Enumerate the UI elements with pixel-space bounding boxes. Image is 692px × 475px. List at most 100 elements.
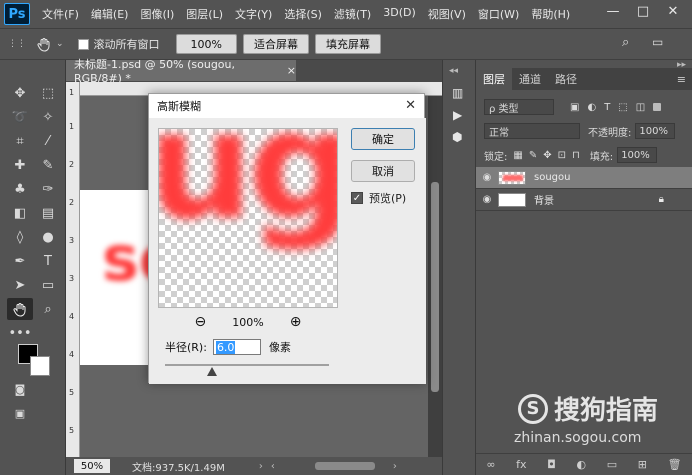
zoom-100-button[interactable]: 100% — [175, 34, 237, 54]
zoom-field[interactable]: 50% — [74, 459, 110, 473]
status-arrow-icon[interactable]: › — [259, 461, 263, 472]
document-tab[interactable]: 未标题-1.psd @ 50% (sougou, RGB/8#) * × — [66, 58, 296, 85]
gradient-tool-icon[interactable]: ▤ — [35, 202, 61, 224]
vertical-scrollbar[interactable] — [428, 96, 442, 457]
eyedropper-tool-icon[interactable]: ⁄ — [35, 130, 61, 152]
workspace-icon[interactable]: ▭ — [652, 35, 663, 49]
restore-button[interactable]: □ — [628, 0, 658, 22]
filter-preview[interactable]: ug — [158, 128, 338, 308]
menu-layer[interactable]: 图层(L) — [180, 6, 229, 22]
lock-all-icon[interactable]: ⊓ — [572, 150, 580, 161]
scroll-all-windows-checkbox[interactable]: 滚动所有窗口 — [77, 36, 160, 52]
scroll-right-icon[interactable]: › — [393, 461, 397, 472]
filter-toggle-icon[interactable] — [653, 103, 662, 111]
folder-icon[interactable]: ▭ — [607, 458, 617, 471]
close-window-button[interactable]: ✕ — [658, 0, 688, 22]
lock-position-icon[interactable]: ✥ — [543, 150, 551, 161]
layer-filter-select[interactable]: ρ 类型 — [484, 99, 554, 115]
type-tool-icon[interactable]: T — [35, 250, 61, 272]
menu-help[interactable]: 帮助(H) — [525, 6, 576, 22]
horizontal-scrollbar-thumb[interactable] — [314, 462, 375, 470]
cancel-button[interactable]: 取消 — [351, 160, 415, 182]
ok-button[interactable]: 确定 — [351, 128, 415, 150]
zoom-tool-icon[interactable]: ⌕ — [35, 298, 61, 320]
panel-menu-icon[interactable]: ≡ — [677, 68, 686, 90]
fill-screen-button[interactable]: 填充屏幕 — [315, 34, 381, 54]
lock-transparent-icon[interactable]: ▦ — [513, 150, 522, 161]
fit-screen-button[interactable]: 适合屏幕 — [243, 34, 309, 54]
quick-mask-icon[interactable]: ◙ — [7, 378, 33, 400]
trash-icon[interactable]: 🗑︎ — [668, 458, 682, 471]
menu-image[interactable]: 图像(I) — [134, 6, 180, 22]
radius-slider-track[interactable] — [165, 364, 329, 366]
path-selection-tool-icon[interactable]: ➤ — [7, 274, 33, 296]
preview-checkbox[interactable]: ✓ 预览(P) — [351, 190, 406, 206]
history-brush-tool-icon[interactable]: ✑ — [35, 178, 61, 200]
3d-panel-icon[interactable]: ⬢ — [452, 130, 462, 144]
eraser-tool-icon[interactable]: ◧ — [7, 202, 33, 224]
crop-tool-icon[interactable]: ⌗ — [7, 130, 33, 152]
menu-3d[interactable]: 3D(D) — [377, 6, 422, 22]
filter-type-icon[interactable]: T — [604, 102, 610, 113]
filter-shape-icon[interactable]: ⬚ — [618, 102, 627, 113]
menu-window[interactable]: 窗口(W) — [472, 6, 525, 22]
adjustment-icon[interactable]: ◐ — [577, 458, 587, 471]
hand-tool-preset-icon[interactable] — [36, 36, 52, 52]
radius-slider-thumb[interactable] — [207, 367, 217, 376]
lock-pixels-icon[interactable]: ✎ — [529, 150, 537, 161]
zoom-out-icon[interactable]: ⊖ — [195, 314, 207, 330]
zoom-in-icon[interactable]: ⊕ — [290, 314, 302, 330]
fill-field[interactable]: 100% — [617, 147, 658, 163]
rectangle-tool-icon[interactable]: ▭ — [35, 274, 61, 296]
layer-row-sougou[interactable]: ◉ sougou — [476, 167, 692, 189]
actions-play-icon[interactable]: ▶ — [453, 108, 462, 122]
dodge-tool-icon[interactable]: ● — [35, 226, 61, 248]
mask-icon[interactable]: ◘ — [547, 458, 556, 471]
layer-row-background[interactable]: ◉ 背景 🔒︎ — [476, 189, 692, 211]
lasso-tool-icon[interactable]: ➰ — [7, 106, 33, 128]
dialog-close-icon[interactable]: ✕ — [405, 98, 416, 113]
menu-select[interactable]: 选择(S) — [278, 6, 328, 22]
search-icon[interactable]: ⌕ — [622, 35, 629, 50]
menu-edit[interactable]: 编辑(E) — [85, 6, 135, 22]
lock-artboard-icon[interactable]: ⊡ — [558, 150, 566, 161]
menu-filter[interactable]: 滤镜(T) — [328, 6, 377, 22]
healing-brush-tool-icon[interactable]: ✚ — [7, 154, 33, 176]
blur-tool-icon[interactable]: ◊ — [7, 226, 33, 248]
background-color-swatch[interactable] — [30, 356, 50, 376]
screen-mode-icon[interactable]: ▣ — [7, 402, 33, 424]
menu-type[interactable]: 文字(Y) — [229, 6, 278, 22]
link-icon[interactable]: ∞ — [486, 458, 495, 471]
tab-layers[interactable]: 图层 — [476, 68, 512, 90]
tab-paths[interactable]: 路径 — [548, 68, 584, 90]
scrollbar-thumb[interactable] — [431, 182, 439, 392]
document-tab-close-icon[interactable]: × — [287, 64, 296, 77]
menu-file[interactable]: 文件(F) — [36, 6, 85, 22]
hand-tool-icon[interactable] — [7, 298, 33, 320]
filter-smart-icon[interactable]: ◫ — [636, 102, 645, 113]
clone-stamp-tool-icon[interactable]: ♣ — [7, 178, 33, 200]
filter-pixel-icon[interactable]: ▣ — [570, 102, 579, 113]
magic-wand-tool-icon[interactable]: ✧ — [35, 106, 61, 128]
tab-channels[interactable]: 通道 — [512, 68, 548, 90]
opacity-field[interactable]: 100% — [635, 123, 676, 139]
collapse-arrows-icon[interactable]: ◂◂ — [449, 66, 458, 76]
blend-mode-select[interactable]: 正常 — [484, 123, 580, 139]
lock-icon[interactable]: 🔒︎ — [659, 194, 664, 205]
marquee-tool-icon[interactable]: ⬚ — [35, 82, 61, 104]
brush-tool-icon[interactable]: ✎ — [35, 154, 61, 176]
filter-adjustment-icon[interactable]: ◐ — [587, 102, 596, 113]
fx-icon[interactable]: fx — [516, 458, 526, 471]
radius-input[interactable]: 6.0 — [212, 339, 261, 355]
chevron-down-icon[interactable]: ⌄ — [56, 39, 64, 49]
pen-tool-icon[interactable]: ✒ — [7, 250, 33, 272]
scroll-left-icon[interactable]: ‹ — [271, 461, 275, 472]
minimize-button[interactable]: — — [598, 0, 628, 22]
visibility-eye-icon[interactable]: ◉ — [476, 194, 498, 205]
more-tools-icon[interactable]: ••• — [7, 322, 33, 344]
menu-view[interactable]: 视图(V) — [422, 6, 472, 22]
move-tool-icon[interactable]: ✥ — [7, 82, 33, 104]
visibility-eye-icon[interactable]: ◉ — [476, 172, 498, 183]
new-layer-icon[interactable]: ⊞ — [638, 458, 647, 471]
history-panel-icon[interactable]: ▥ — [452, 86, 463, 100]
